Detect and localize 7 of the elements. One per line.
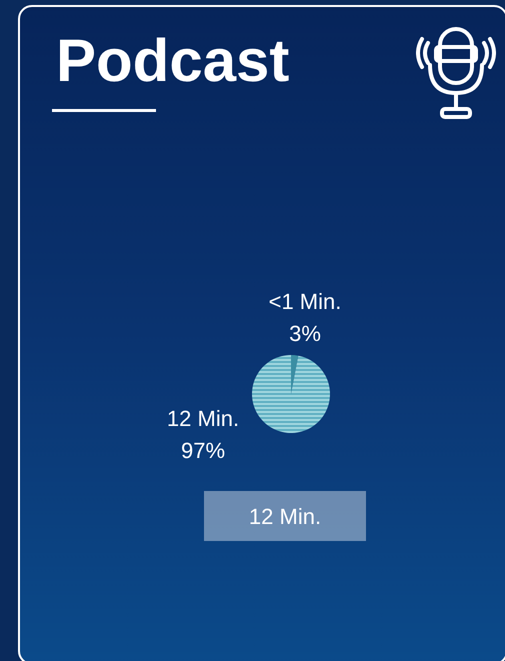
legend-label: 12 Min. [204,491,366,541]
category-label: <1 Min. [268,289,342,314]
card-title: Podcast [56,26,290,96]
percent-label: 3% [289,321,321,346]
percent-label: 97% [180,438,226,463]
microphone-icon [416,25,496,121]
category-label: 12 Min. [166,406,240,431]
